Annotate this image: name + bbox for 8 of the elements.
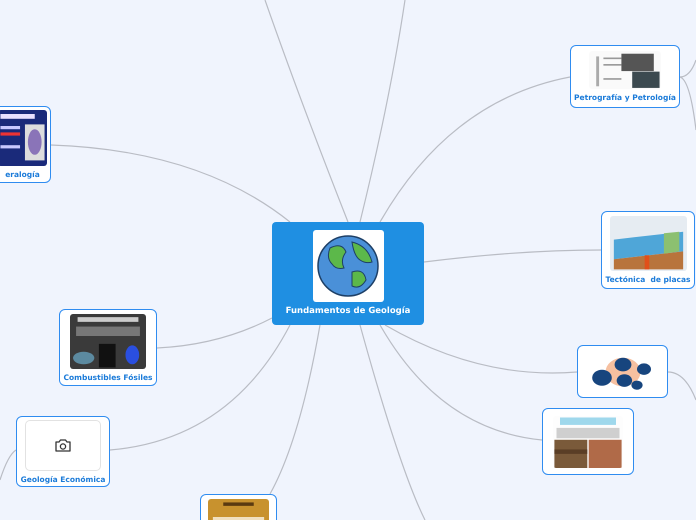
topic-node[interactable] [577,345,668,398]
connector-line [0,450,16,480]
root-node[interactable]: Fundamentos de Geología [272,222,424,325]
root-label: Fundamentos de Geología [286,306,410,316]
topic-node[interactable] [542,408,634,475]
globe-drawing [316,234,380,298]
connector-line [668,371,696,400]
camera-icon [54,438,72,452]
